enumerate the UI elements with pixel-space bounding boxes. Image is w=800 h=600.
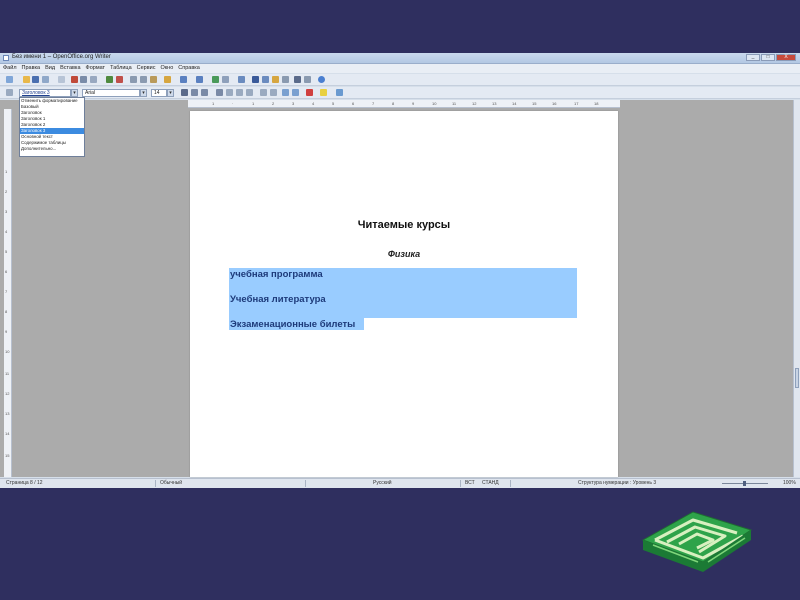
justify-icon[interactable] — [246, 89, 253, 96]
highlighting-icon[interactable] — [320, 89, 327, 96]
vertical-scrollbar[interactable] — [793, 100, 800, 477]
autospellcheck-icon[interactable] — [116, 76, 123, 83]
styles-formatting-icon[interactable] — [6, 89, 13, 96]
menu-table[interactable]: Таблица — [110, 64, 132, 73]
window-controls: _ □ X — [746, 54, 796, 61]
style-dropdown-arrow[interactable]: ▾ — [71, 89, 78, 97]
hyperlink-icon[interactable] — [212, 76, 219, 83]
nonprinting-characters-icon[interactable] — [294, 76, 301, 83]
increase-indent-icon[interactable] — [292, 89, 299, 96]
title-bar: Без имени 1 – OpenOffice.org Writer _ □ … — [0, 53, 800, 64]
align-right-icon[interactable] — [236, 89, 243, 96]
bold-icon[interactable] — [181, 89, 188, 96]
align-center-icon[interactable] — [226, 89, 233, 96]
status-selection-mode[interactable]: СТАНД — [482, 480, 499, 487]
cut-icon[interactable] — [130, 76, 137, 83]
style-option[interactable]: Дополнительно... — [20, 146, 84, 152]
find-replace-icon[interactable] — [252, 76, 259, 83]
redo-icon[interactable] — [196, 76, 203, 83]
menu-file[interactable]: Файл — [3, 64, 17, 73]
menu-insert[interactable]: Вставка — [60, 64, 80, 73]
formatting-toolbar: Заголовок 3 ▾ Arial ▾ 14 ▾ — [0, 87, 800, 99]
show-draw-functions-icon[interactable] — [238, 76, 245, 83]
font-color-icon[interactable] — [306, 89, 313, 96]
maximize-button[interactable]: □ — [761, 54, 775, 61]
zoom-icon[interactable] — [304, 76, 311, 83]
open-folder-icon[interactable] — [23, 76, 30, 83]
save-icon[interactable] — [32, 76, 39, 83]
font-size-select[interactable]: 14 — [151, 89, 167, 97]
document-line-1: учебная программа — [230, 269, 323, 280]
font-dropdown-arrow[interactable]: ▾ — [140, 89, 147, 97]
data-sources-icon[interactable] — [282, 76, 289, 83]
document-line-3: Экзаменационные билеты — [230, 319, 356, 330]
menu-tools[interactable]: Сервис — [137, 64, 156, 73]
new-document-icon[interactable] — [6, 76, 13, 83]
spellcheck-icon[interactable] — [106, 76, 113, 83]
document-line-2: Учебная литература — [230, 294, 326, 305]
status-page-style[interactable]: Обычный — [160, 480, 182, 487]
edit-file-icon[interactable] — [58, 76, 65, 83]
pdf-export-icon[interactable] — [71, 76, 78, 83]
zoom-slider-knob[interactable] — [743, 481, 746, 486]
decrease-indent-icon[interactable] — [282, 89, 289, 96]
print-icon[interactable] — [80, 76, 87, 83]
table-icon[interactable] — [222, 76, 229, 83]
status-zoom[interactable]: 100% — [783, 480, 796, 487]
status-bar: Страница 8 / 12 Обычный Русский ВСТ СТАН… — [0, 478, 800, 488]
status-language[interactable]: Русский — [373, 480, 392, 487]
document-icon — [3, 55, 9, 61]
document-page[interactable]: Читаемые курсы Физика учебная программа … — [190, 111, 618, 477]
font-name-select[interactable]: Arial — [82, 89, 140, 97]
copy-icon[interactable] — [140, 76, 147, 83]
window-title: Без имени 1 – OpenOffice.org Writer — [12, 54, 111, 60]
undo-icon[interactable] — [180, 76, 187, 83]
format-paintbrush-icon[interactable] — [164, 76, 171, 83]
paragraph-style-select[interactable]: Заголовок 3 — [19, 89, 71, 97]
bullets-icon[interactable] — [270, 89, 277, 96]
numbering-icon[interactable] — [260, 89, 267, 96]
page-preview-icon[interactable] — [90, 76, 97, 83]
menu-window[interactable]: Окно — [161, 64, 174, 73]
menu-bar: Файл Правка Вид Вставка Формат Таблица С… — [0, 64, 800, 73]
status-insert-mode[interactable]: ВСТ — [465, 480, 475, 487]
navigator-icon[interactable] — [262, 76, 269, 83]
help-icon[interactable] — [318, 76, 325, 83]
gallery-icon[interactable] — [272, 76, 279, 83]
status-page[interactable]: Страница 8 / 12 — [6, 480, 43, 487]
vertical-ruler[interactable]: 1 2 3 4 5 6 7 8 9 10 11 12 13 14 15 — [4, 109, 12, 477]
menu-edit[interactable]: Правка — [22, 64, 41, 73]
writer-window: Без имени 1 – OpenOffice.org Writer _ □ … — [0, 53, 800, 488]
menu-help[interactable]: Справка — [178, 64, 200, 73]
align-left-icon[interactable] — [216, 89, 223, 96]
document-subheading: Физика — [387, 249, 421, 259]
italic-icon[interactable] — [191, 89, 198, 96]
status-outline-level: Структура нумерации : Уровень 3 — [578, 480, 657, 486]
menu-view[interactable]: Вид — [45, 64, 55, 73]
paragraph-style-dropdown: Отменить форматирование Базовый Заголово… — [19, 97, 85, 157]
minimize-button[interactable]: _ — [746, 54, 760, 61]
menu-format[interactable]: Формат — [86, 64, 106, 73]
horizontal-ruler[interactable]: 1 · 1 2 3 4 5 6 7 8 9 10 11 12 13 14 15 … — [188, 100, 620, 108]
size-dropdown-arrow[interactable]: ▾ — [167, 89, 174, 97]
maze-logo — [641, 511, 753, 572]
background-color-icon[interactable] — [336, 89, 343, 96]
document-heading: Читаемые курсы — [357, 219, 451, 231]
underline-icon[interactable] — [201, 89, 208, 96]
email-icon[interactable] — [42, 76, 49, 83]
standard-toolbar — [0, 74, 800, 86]
close-button[interactable]: X — [776, 54, 796, 61]
paste-icon[interactable] — [150, 76, 157, 83]
scrollbar-thumb[interactable] — [795, 368, 799, 388]
